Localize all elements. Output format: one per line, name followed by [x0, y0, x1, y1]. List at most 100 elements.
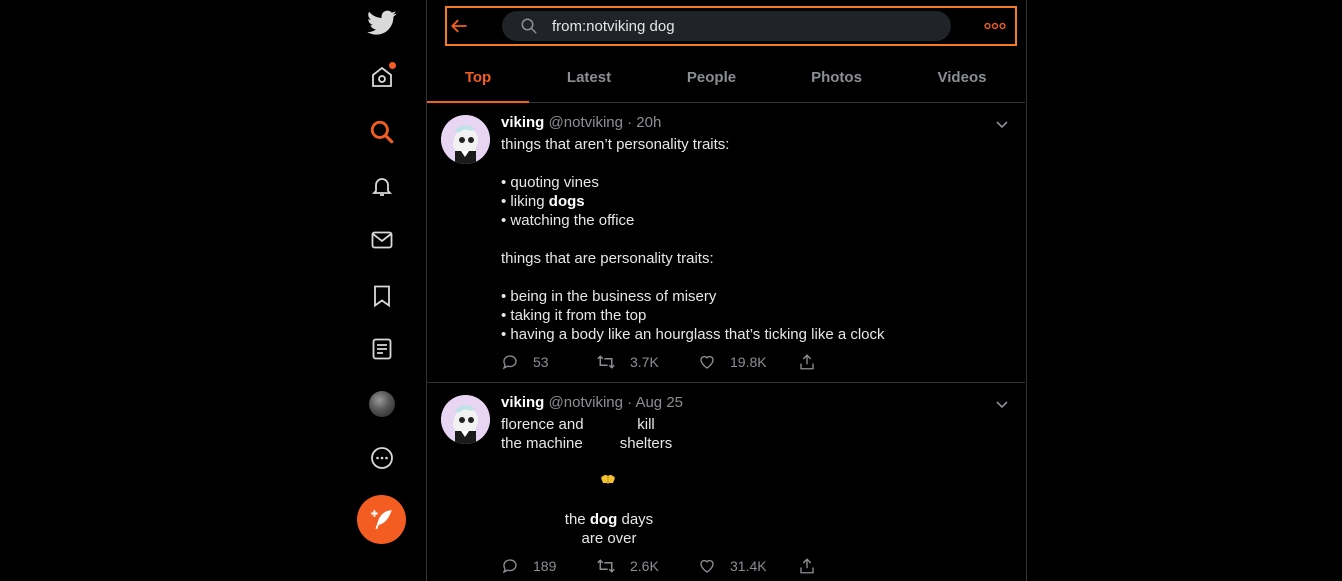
tab-latest[interactable]: Latest	[529, 52, 649, 102]
tweet-text: florence and the machine	[501, 415, 584, 453]
tweet-line: • being in the business of misery	[501, 288, 717, 305]
tweet-handle-time[interactable]: @notviking · Aug 25	[549, 394, 683, 411]
tweet-line: • taking it from the top	[501, 307, 647, 324]
reply-count: 53	[533, 354, 549, 370]
share-button[interactable]	[798, 353, 830, 371]
list-icon	[372, 338, 392, 360]
nav-bookmarks[interactable]	[354, 276, 410, 316]
nav-messages[interactable]	[354, 220, 410, 260]
tab-top[interactable]: Top	[427, 52, 529, 103]
tweet-text: things that aren’t personality traits: •…	[501, 135, 885, 344]
tweet-line-text: • liking	[501, 193, 549, 210]
envelope-icon	[371, 231, 393, 249]
tweet-avatar[interactable]	[441, 115, 490, 164]
retweet-count: 2.6K	[630, 558, 659, 574]
tab-latest-label: Latest	[566, 68, 612, 86]
tweet-line: • quoting vines	[501, 174, 599, 191]
chevron-down-icon	[996, 121, 1008, 129]
tab-videos[interactable]: Videos	[899, 52, 1025, 102]
reply-count: 189	[533, 558, 557, 574]
tab-photos-label: Photos	[811, 68, 862, 86]
like-button[interactable]: 19.8K	[698, 353, 767, 371]
heart-icon	[700, 355, 714, 369]
feather-plus-icon	[370, 509, 392, 529]
retweet-button[interactable]: 3.7K	[596, 353, 659, 371]
retweet-icon	[597, 355, 615, 369]
nav-profile[interactable]	[354, 384, 410, 424]
tweet-line: • liking dogs	[501, 192, 885, 211]
tweet-avatar[interactable]	[441, 395, 490, 444]
bookmark-icon	[374, 285, 390, 308]
search-box[interactable]	[502, 11, 951, 41]
bell-icon	[371, 178, 393, 196]
share-button[interactable]	[798, 557, 830, 575]
nav-home[interactable]	[354, 57, 410, 97]
search-header	[445, 6, 1017, 46]
hands-emoji-icon	[599, 472, 617, 491]
tweet-author-name[interactable]: viking	[501, 394, 544, 411]
like-count: 31.4K	[730, 558, 767, 574]
tweet-line: things that aren’t personality traits:	[501, 136, 730, 153]
tweet-actions: 53 3.7K 19.8K	[501, 353, 821, 373]
tweet-line: shelters	[619, 435, 673, 452]
more-dots-icon	[984, 22, 1006, 30]
retweet-count: 3.7K	[630, 354, 659, 370]
back-arrow-icon	[451, 19, 467, 33]
chevron-down-icon	[996, 401, 1008, 409]
tweet-text: the dog days are over	[563, 510, 655, 548]
nav-notifications[interactable]	[354, 166, 410, 206]
tab-photos[interactable]: Photos	[774, 52, 899, 102]
heart-icon	[700, 559, 714, 573]
tweet-line: the dog days	[563, 510, 655, 529]
tweet-line: • watching the office	[501, 212, 635, 229]
home-icon	[370, 62, 396, 89]
like-button[interactable]: 31.4K	[698, 557, 767, 575]
nav-lists[interactable]	[354, 329, 410, 369]
tweet-menu-button[interactable]	[995, 397, 1009, 415]
reply-icon	[502, 559, 517, 574]
share-icon	[800, 354, 814, 370]
tweet-line: • having a body like an hourglass that’s…	[501, 326, 885, 343]
tweet-handle-time[interactable]: @notviking · 20h	[549, 114, 662, 131]
reply-button[interactable]: 189	[501, 557, 556, 575]
like-count: 19.8K	[730, 354, 767, 370]
search-highlight: dogs	[548, 193, 585, 210]
tweet-header: viking @notviking · 20h	[501, 114, 661, 131]
tweet[interactable]: viking @notviking · Aug 25 florence and …	[427, 383, 1025, 581]
back-button[interactable]	[447, 8, 471, 44]
tab-people[interactable]: People	[649, 52, 774, 102]
primary-nav	[354, 0, 410, 581]
search-tabs: Top Latest People Photos Videos	[427, 52, 1025, 103]
reply-button[interactable]: 53	[501, 353, 549, 371]
twitter-logo-icon[interactable]	[354, 3, 410, 43]
tab-people-label: People	[686, 68, 737, 86]
explore-search-icon	[370, 120, 394, 144]
tweet-line: are over	[581, 530, 637, 547]
reply-icon	[502, 355, 517, 370]
tweet-line: florence and	[501, 416, 584, 433]
tab-videos-label: Videos	[937, 68, 987, 86]
compose-tweet-button[interactable]	[357, 495, 406, 544]
more-circle-icon	[371, 447, 393, 469]
nav-more[interactable]	[354, 438, 410, 478]
tweet[interactable]: viking @notviking · 20h things that aren…	[427, 103, 1025, 383]
tweet-line-text: days	[617, 511, 654, 528]
notification-dot	[389, 62, 396, 69]
search-icon	[521, 18, 537, 34]
tweet-line-text: the	[564, 511, 590, 528]
tab-top-label: Top	[464, 68, 492, 86]
tweet-line: things that are personality traits:	[501, 250, 714, 267]
tweet-header: viking @notviking · Aug 25	[501, 394, 683, 411]
avatar	[369, 391, 395, 417]
nav-explore[interactable]	[354, 112, 410, 152]
tweet-author-name[interactable]: viking	[501, 114, 544, 131]
tweet-line: kill	[637, 416, 655, 433]
share-icon	[800, 558, 814, 574]
retweet-button[interactable]: 2.6K	[596, 557, 659, 575]
tweet-line: the machine	[501, 435, 583, 452]
tweet-actions: 189 2.6K 31.4K	[501, 557, 821, 577]
tweet-menu-button[interactable]	[995, 117, 1009, 135]
search-options-button[interactable]	[983, 8, 1007, 44]
retweet-icon	[597, 559, 615, 573]
search-input[interactable]	[552, 11, 932, 41]
